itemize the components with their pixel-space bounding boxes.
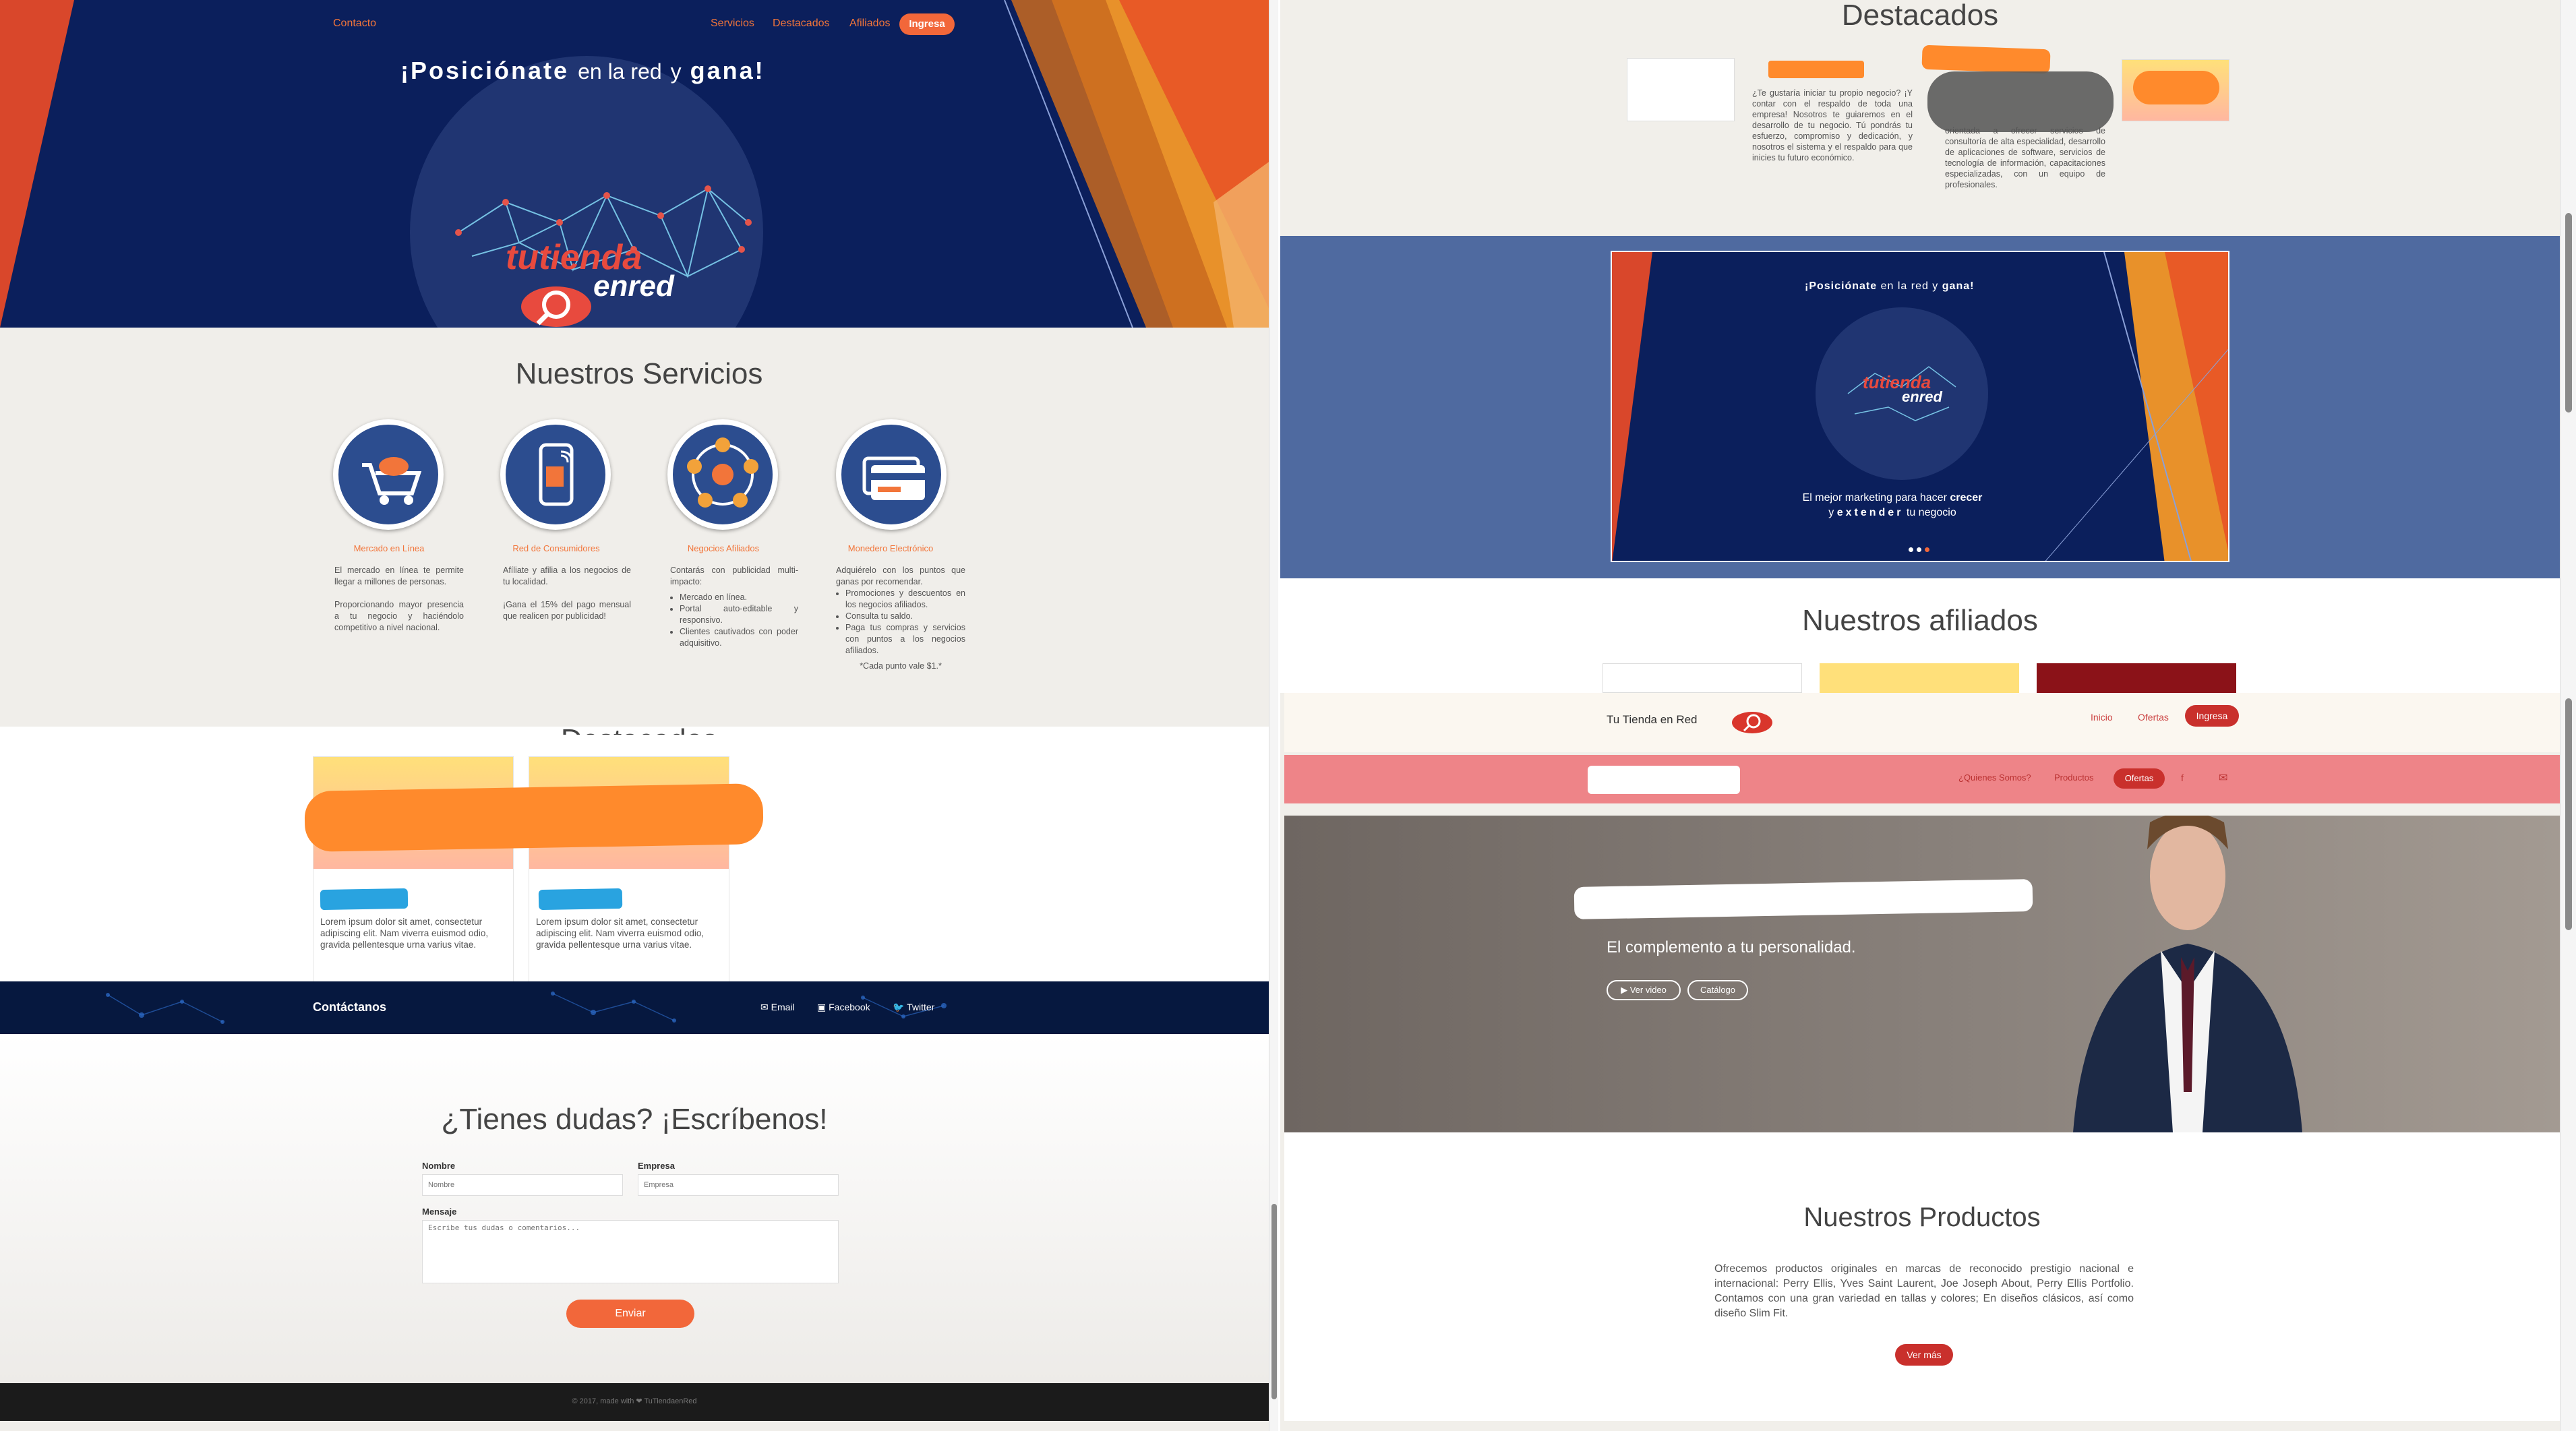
service-text-negocios: Contarás con publicidad multi-impacto: M… bbox=[670, 565, 798, 649]
carousel-indicators[interactable] bbox=[1909, 547, 1929, 552]
carousel-logo-enred: enred bbox=[1902, 388, 1942, 405]
redacted-heading bbox=[1768, 61, 1864, 78]
services-title: Nuestros Servicios bbox=[515, 357, 763, 390]
affiliate-logo[interactable] bbox=[1820, 663, 2019, 693]
mobile-phone-icon bbox=[500, 419, 611, 530]
service-name-monedero: Monedero Electrónico bbox=[847, 543, 934, 553]
products-title: Nuestros Productos bbox=[1803, 1202, 2041, 1232]
shop-ingresa-button[interactable]: Ingresa bbox=[2185, 705, 2239, 727]
card-text: Lorem ipsum dolor sit amet, consectetur … bbox=[536, 917, 705, 950]
nav-link-productos[interactable]: Productos bbox=[2054, 772, 2094, 783]
see-more-button[interactable]: Ver más bbox=[1895, 1344, 1953, 1366]
nav-link-afiliados[interactable]: Afiliados bbox=[849, 18, 890, 30]
shopping-cart-icon bbox=[333, 419, 444, 530]
carousel-line-2: y extender tu negocio bbox=[1828, 507, 1956, 518]
network-globe-icon bbox=[667, 419, 778, 530]
company-input[interactable] bbox=[638, 1174, 839, 1196]
nav-link-contacto[interactable]: Contacto bbox=[333, 18, 376, 30]
right-scrollbar-top[interactable] bbox=[2560, 0, 2576, 694]
redacted-title bbox=[538, 888, 623, 911]
submit-button[interactable]: Enviar bbox=[566, 1300, 694, 1328]
name-input[interactable] bbox=[422, 1174, 623, 1196]
company-label: Empresa bbox=[638, 1161, 675, 1171]
affiliate-logo[interactable] bbox=[1602, 663, 1802, 693]
service-name-mercado: Mercado en Línea bbox=[353, 543, 425, 553]
name-label: Nombre bbox=[422, 1161, 456, 1171]
shop-hero: El complemento a tu personalidad. ▶ Ver … bbox=[1284, 816, 2560, 1132]
shop-header: Tu Tienda en Red Inicio Ofertas Ingresa bbox=[1284, 693, 2560, 752]
service-text-red: Afíliate y afilia a los negocios de tu l… bbox=[503, 566, 631, 621]
network-pattern bbox=[106, 992, 947, 1024]
catalog-button[interactable]: Catálogo bbox=[1687, 980, 1748, 1000]
redacted-overlay bbox=[1927, 71, 2114, 132]
service-name-negocios: Negocios Afiliados bbox=[687, 543, 760, 553]
left-scrollbar[interactable] bbox=[1269, 0, 1278, 1431]
nav-link-quienes-somos[interactable]: ¿Quienes Somos? bbox=[1958, 772, 2031, 783]
carousel-section: ¡Posiciónate en la red y gana! tutienda … bbox=[1280, 236, 2560, 578]
service-text-monedero: Adquiérelo con los puntos que ganas por … bbox=[836, 565, 965, 672]
logo-cloud-search-icon bbox=[521, 286, 591, 327]
shop-brand[interactable]: Tu Tienda en Red bbox=[1607, 713, 1698, 727]
form-title: ¿Tienes dudas? ¡Escríbenos! bbox=[441, 1103, 828, 1136]
destacados-partial-heading: Destacados bbox=[0, 717, 1278, 735]
hero-title: ¡Posiciónate en la red y gana! bbox=[400, 57, 765, 84]
watch-video-button[interactable]: ▶ Ver video bbox=[1607, 980, 1681, 1000]
scrollbar-thumb[interactable] bbox=[2565, 213, 2572, 413]
featured-text-1: ¿Te gustaría iniciar tu propio negocio? … bbox=[1752, 88, 1913, 162]
featured-logo-card[interactable] bbox=[1627, 58, 1735, 121]
service-name-red: Red de Consumidores bbox=[512, 543, 600, 553]
email-link[interactable]: ✉ Email bbox=[760, 1002, 795, 1013]
cloud-search-icon bbox=[1732, 712, 1772, 733]
footer: © 2017, made with ❤ TuTiendaenRed bbox=[0, 1383, 1269, 1421]
contact-title: Contáctanos bbox=[313, 1000, 387, 1014]
credit-card-icon bbox=[836, 419, 947, 530]
twitter-icon: 🐦 bbox=[893, 1002, 905, 1012]
carousel-line-1: El mejor marketing para hacer crecer bbox=[1802, 492, 1983, 504]
carousel-slide[interactable]: ¡Posiciónate en la red y gana! tutienda … bbox=[1611, 251, 2229, 562]
nav-link-inicio[interactable]: Inicio bbox=[2091, 712, 2113, 723]
offers-button[interactable]: Ofertas bbox=[2114, 768, 2165, 789]
carousel-title: ¡Posiciónate en la red y gana! bbox=[1805, 280, 1975, 292]
message-textarea[interactable] bbox=[422, 1220, 839, 1283]
footer-text: © 2017, made with ❤ TuTiendaenRed bbox=[572, 1397, 697, 1405]
scrollbar-thumb[interactable] bbox=[1271, 1204, 1277, 1399]
featured-image-card[interactable] bbox=[2122, 59, 2229, 121]
nav-link-ofertas[interactable]: Ofertas bbox=[2138, 712, 2169, 723]
left-browser-pane: Contacto Servicios Destacados Afiliados … bbox=[0, 0, 1278, 1431]
products-text: Ofrecemos productos originales en marcas… bbox=[1714, 1263, 2134, 1319]
redacted-heading bbox=[1921, 44, 2051, 74]
shop-tagline: El complemento a tu personalidad. bbox=[1607, 938, 1856, 956]
card-text: Lorem ipsum dolor sit amet, consectetur … bbox=[320, 917, 489, 950]
logo-enred: enred bbox=[593, 270, 674, 303]
affiliate-logo[interactable] bbox=[2037, 663, 2236, 693]
ingresa-button[interactable]: Ingresa bbox=[899, 13, 955, 35]
facebook-icon[interactable]: f bbox=[2181, 772, 2184, 783]
shop-subnav: ¿Quienes Somos? Productos Ofertas f ✉ bbox=[1284, 755, 2560, 803]
model-photo bbox=[2073, 816, 2302, 1132]
affiliates-title: Nuestros afiliados bbox=[1802, 604, 2038, 637]
facebook-link[interactable]: ▣ Facebook bbox=[817, 1002, 870, 1013]
service-text-mercado: El mercado en línea te permite llegar a … bbox=[334, 566, 464, 632]
scrollbar-thumb[interactable] bbox=[2565, 698, 2572, 930]
message-label: Mensaje bbox=[422, 1207, 457, 1217]
right-scrollbar-bottom[interactable] bbox=[2560, 694, 2576, 1431]
envelope-icon[interactable]: ✉ bbox=[2219, 771, 2227, 785]
featured-title: Destacados bbox=[1841, 0, 1999, 32]
featured-text-2: orientada a ofrecer servicios de consult… bbox=[1945, 126, 2105, 189]
facebook-icon: ▣ bbox=[817, 1002, 827, 1012]
contact-form-section bbox=[0, 1034, 1269, 1383]
featured-cards-section: Destacados Lorem ipsum dolor sit amet, c… bbox=[0, 723, 1278, 1016]
right-browser-pane: Destacados ¿Te gustaría iniciar tu propi… bbox=[1280, 0, 2576, 1431]
redacted-logo bbox=[1588, 766, 1740, 794]
nav-link-destacados[interactable]: Destacados bbox=[773, 18, 830, 30]
redacted-title bbox=[320, 888, 409, 911]
nav-link-servicios[interactable]: Servicios bbox=[711, 18, 754, 30]
hero-section: Contacto Servicios Destacados Afiliados … bbox=[0, 0, 1278, 328]
contact-bar: Contáctanos ✉ Email ▣ Facebook 🐦 Twitter bbox=[0, 981, 1269, 1034]
redacted-overlay bbox=[304, 783, 764, 852]
twitter-link[interactable]: 🐦 Twitter bbox=[893, 1002, 934, 1013]
